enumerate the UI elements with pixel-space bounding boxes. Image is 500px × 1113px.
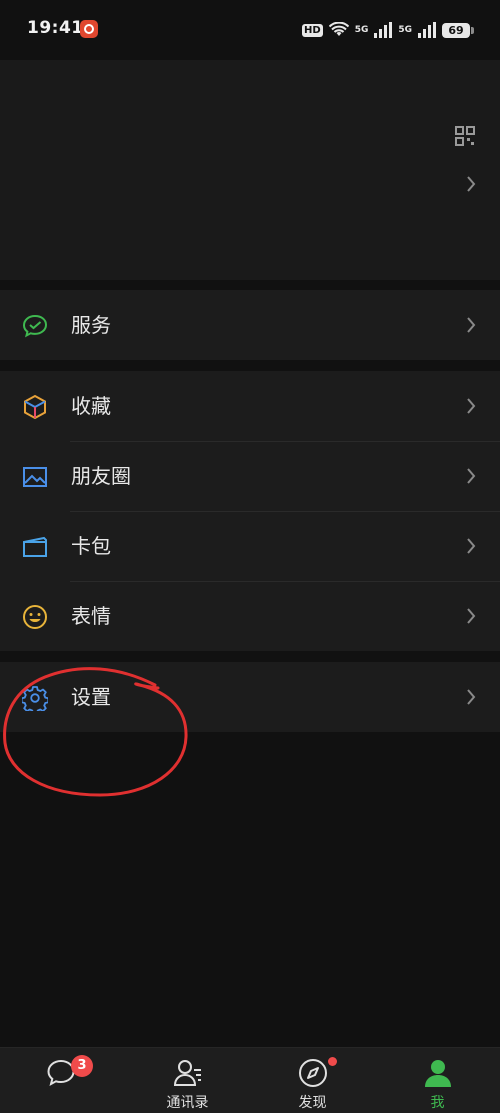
battery-icon: 69 (442, 22, 474, 38)
moments-image-icon (23, 467, 47, 487)
chevron-right-icon (467, 317, 476, 333)
tab-me[interactable]: 我 (375, 1048, 500, 1113)
tab-label: 我 (430, 1095, 445, 1111)
status-time: 19:41 (27, 18, 84, 38)
smiley-icon (23, 605, 47, 629)
unread-badge: 3 (71, 1055, 93, 1077)
network-5g-label-2: 5G (398, 25, 412, 35)
contacts-icon (173, 1060, 201, 1086)
bottom-tab-bar: 3 通讯录 发现 我 (0, 1047, 500, 1113)
qr-code-icon[interactable] (455, 126, 475, 146)
status-bar: 19:41 HD 5G 5G 69 (0, 0, 500, 60)
gear-icon (22, 686, 48, 711)
chevron-right-icon (467, 538, 476, 554)
tab-discover[interactable]: 发现 (250, 1048, 375, 1113)
menu-item-services[interactable]: 服务 (0, 290, 500, 360)
menu-item-label: 设置 (71, 685, 111, 709)
notification-app-icon (80, 20, 98, 38)
menu-item-label: 收藏 (71, 394, 111, 418)
chevron-right-icon (467, 608, 476, 624)
menu-item-card-wallet[interactable]: 卡包 (0, 511, 500, 581)
signal-icon-2 (418, 22, 436, 38)
chevron-right-icon (467, 689, 476, 705)
card-wallet-icon (23, 536, 47, 557)
menu-group-settings: 设置 (0, 662, 500, 732)
tab-contacts[interactable]: 通讯录 (125, 1048, 250, 1113)
menu-item-label: 朋友圈 (71, 464, 131, 488)
menu-item-label: 表情 (71, 604, 111, 628)
menu-item-moments[interactable]: 朋友圈 (0, 441, 500, 511)
menu-item-favorites[interactable]: 收藏 (0, 371, 500, 441)
menu-item-settings[interactable]: 设置 (0, 662, 500, 732)
network-5g-label: 5G (354, 25, 369, 35)
menu-item-label: 卡包 (71, 534, 111, 558)
menu-group-services: 服务 (0, 290, 500, 360)
favorites-cube-icon (24, 394, 46, 420)
chevron-right-icon (467, 176, 476, 192)
chevron-right-icon (467, 468, 476, 484)
hd-voice-icon: HD (302, 23, 323, 37)
compass-icon (299, 1059, 327, 1087)
menu-group-main: 收藏 朋友圈 卡包 表情 (0, 371, 500, 651)
chevron-right-icon (467, 398, 476, 414)
new-indicator-dot (328, 1057, 337, 1066)
tab-chats[interactable]: 3 (0, 1048, 125, 1113)
menu-item-label: 服务 (71, 313, 111, 337)
system-icons: HD 5G 5G 69 (302, 19, 474, 41)
tab-label: 通讯录 (166, 1095, 209, 1111)
person-icon (425, 1060, 451, 1087)
signal-icon (374, 22, 393, 38)
profile-header[interactable] (0, 60, 500, 280)
menu-item-stickers[interactable]: 表情 (0, 581, 500, 651)
wifi-icon (328, 22, 349, 36)
tab-label: 发现 (298, 1095, 327, 1111)
wechat-pay-icon (22, 314, 48, 338)
